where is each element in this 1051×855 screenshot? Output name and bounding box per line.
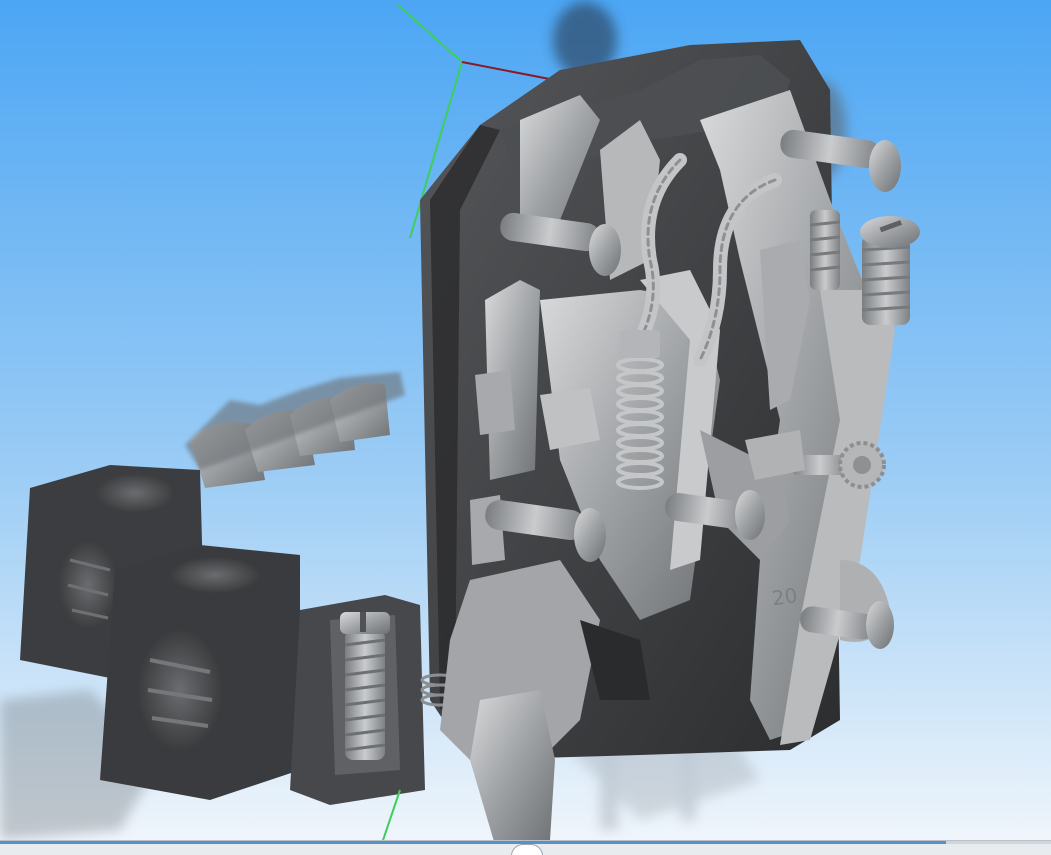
- progress-fill: [0, 841, 946, 844]
- gear-wheel: [838, 441, 886, 489]
- scrub-handle-icon[interactable]: [510, 844, 543, 855]
- threaded-screw: [340, 612, 390, 760]
- part-marking-label: 20: [770, 583, 799, 610]
- ct-scan-rendering[interactable]: 20: [0, 0, 1051, 855]
- 3d-volume-viewport[interactable]: 20: [0, 0, 1051, 855]
